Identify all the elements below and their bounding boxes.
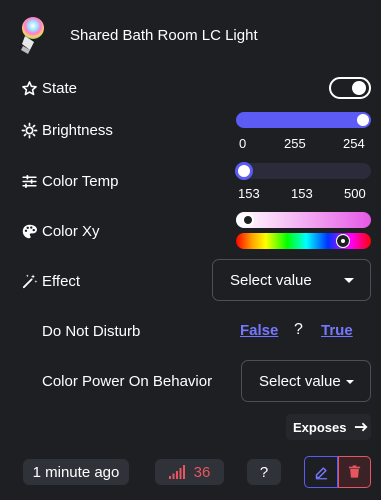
power-on-select-value: Select value: [259, 372, 341, 390]
color-hue-slider[interactable]: [236, 233, 371, 249]
brightness-slider-knob[interactable]: [357, 114, 369, 126]
color-xy-label: Color Xy: [42, 223, 100, 240]
power-on-behavior-label: Color Power On Behavior: [42, 373, 213, 390]
edit-button[interactable]: [304, 456, 338, 488]
color-temp-max: 500: [344, 186, 366, 201]
toggle-knob: [352, 81, 366, 95]
edit-icon: [315, 466, 327, 479]
color-saturation-knob[interactable]: [242, 214, 254, 226]
exposes-label: Exposes: [293, 419, 347, 435]
exposes-button[interactable]: Exposes: [286, 414, 371, 440]
star-icon: [20, 79, 38, 97]
sun-icon: [20, 121, 38, 139]
brightness-slider[interactable]: [236, 112, 371, 128]
color-temp-min: 153: [238, 186, 260, 201]
effect-select-value: Select value: [230, 271, 312, 289]
brightness-label: Brightness: [42, 122, 113, 139]
do-not-disturb-label: Do Not Disturb: [42, 323, 141, 340]
brightness-mid: 255: [284, 136, 306, 151]
color-hue-knob[interactable]: [336, 234, 350, 248]
arrow-right-icon: [355, 422, 368, 432]
bulb-icon: [21, 17, 44, 54]
chevron-down-icon: [344, 278, 354, 283]
palette-icon: [20, 222, 38, 240]
brightness-max: 254: [343, 136, 365, 151]
color-temp-slider-knob[interactable]: [238, 165, 250, 177]
last-seen-badge: 1 minute ago: [23, 459, 129, 485]
lqi-value: 36: [193, 463, 211, 481]
do-not-disturb-false-link[interactable]: False: [240, 322, 278, 339]
color-temp-mid: 153: [291, 186, 313, 201]
state-label: State: [42, 80, 78, 97]
trash-icon: [348, 465, 361, 478]
state-toggle[interactable]: [329, 77, 371, 99]
sliders-icon: [20, 172, 38, 190]
chevron-down-icon: [346, 380, 354, 384]
delete-button[interactable]: [338, 456, 371, 488]
last-seen-text: 1 minute ago: [32, 463, 120, 481]
do-not-disturb-unknown: ?: [294, 321, 303, 338]
unknown-badge: ?: [247, 459, 281, 485]
color-temp-slider[interactable]: [236, 163, 371, 179]
lqi-badge: 36: [155, 459, 224, 485]
signal-icon: [168, 465, 185, 479]
effect-select[interactable]: Select value: [212, 259, 371, 301]
color-saturation-slider[interactable]: [236, 212, 371, 228]
device-title: Shared Bath Room LC Light: [70, 27, 258, 44]
device-image: [16, 16, 46, 56]
unknown-text: ?: [259, 463, 269, 481]
power-on-behavior-select[interactable]: Select value: [241, 360, 371, 402]
effect-label: Effect: [42, 273, 81, 290]
color-temp-label: Color Temp: [42, 173, 119, 190]
magic-wand-icon: [20, 272, 38, 290]
do-not-disturb-true-link[interactable]: True: [321, 322, 353, 339]
brightness-min: 0: [239, 136, 247, 151]
